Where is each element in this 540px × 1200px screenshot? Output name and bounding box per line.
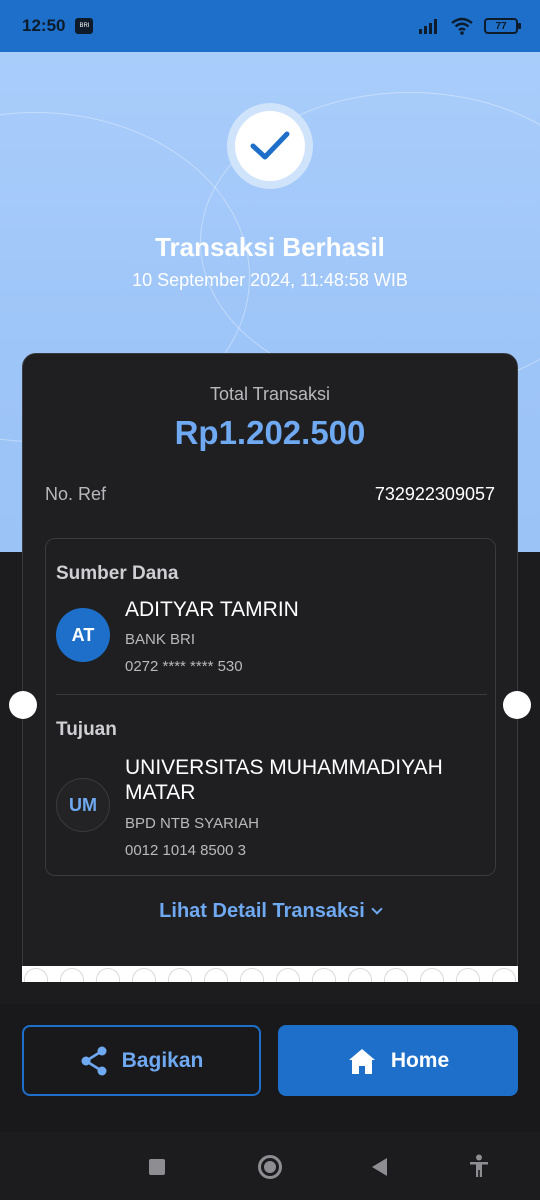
- status-icons: 77: [418, 17, 521, 35]
- ticket-notch: [9, 691, 37, 719]
- source-initials: AT: [71, 624, 95, 645]
- bri-chip-label: BRI: [79, 23, 90, 29]
- page-title: Transaksi Berhasil: [155, 232, 385, 262]
- status-time: 12:50: [22, 16, 66, 35]
- battery-level: 77: [495, 20, 507, 32]
- ticket-notch: [503, 691, 531, 719]
- home-nav-icon[interactable]: [258, 1155, 282, 1179]
- share-button-label[interactable]: Bagikan: [122, 1049, 204, 1073]
- total-amount: Rp1.202.500: [174, 414, 366, 451]
- chevron-down-icon: [371, 903, 383, 915]
- signal-icon: [419, 19, 437, 34]
- receipt-scallop-edge: [22, 966, 518, 982]
- success-badge: [227, 103, 313, 189]
- destination-account: 0012 1014 8500 3: [125, 842, 246, 859]
- destination-section-label: Tujuan: [56, 719, 117, 740]
- home-icon: [348, 1048, 375, 1074]
- ref-label: No. Ref: [45, 484, 107, 504]
- avatar: AT: [56, 608, 110, 662]
- share-icon: [81, 1046, 107, 1075]
- home-button[interactable]: Home: [278, 1025, 518, 1096]
- avatar: UM: [56, 778, 110, 832]
- source-name: ADITYAR TAMRIN: [125, 598, 299, 621]
- status-bar: 12:50 BRI 77: [0, 0, 540, 52]
- view-details-label[interactable]: Lihat Detail Transaksi: [159, 900, 365, 922]
- destination-initials: UM: [69, 794, 97, 815]
- accessibility-icon[interactable]: [469, 1154, 489, 1178]
- receipt-card: Total Transaksi Rp1.202.500 No. Ref 7329…: [9, 353, 531, 981]
- view-details-link[interactable]: Lihat Detail Transaksi: [23, 900, 517, 923]
- source-section-label: Sumber Dana: [56, 563, 179, 584]
- back-icon[interactable]: [372, 1158, 387, 1176]
- transaction-datetime: 10 September 2024, 11:48:58 WIB: [132, 270, 408, 290]
- source-bank: BANK BRI: [125, 631, 196, 648]
- destination-name-line1: UNIVERSITAS MUHAMMADIYAH: [125, 756, 443, 779]
- home-button-label[interactable]: Home: [391, 1049, 449, 1073]
- transfer-parties: Sumber Dana AT ADITYAR TAMRIN BANK BRI 0…: [45, 538, 496, 876]
- wifi-icon: [451, 17, 473, 35]
- total-label: Total Transaksi: [209, 384, 331, 404]
- recents-icon[interactable]: [149, 1159, 165, 1175]
- check-icon: [250, 131, 290, 160]
- share-button[interactable]: Bagikan: [22, 1025, 261, 1096]
- ref-value: 732922309057: [374, 484, 495, 504]
- destination-bank: BPD NTB SYARIAH: [125, 815, 259, 832]
- source-account: 0272 **** **** 530: [125, 658, 243, 675]
- divider: [56, 694, 487, 695]
- bri-notification-icon: BRI: [75, 18, 94, 34]
- destination-name-line2: MATAR: [125, 781, 196, 804]
- battery-icon: 77: [484, 18, 521, 34]
